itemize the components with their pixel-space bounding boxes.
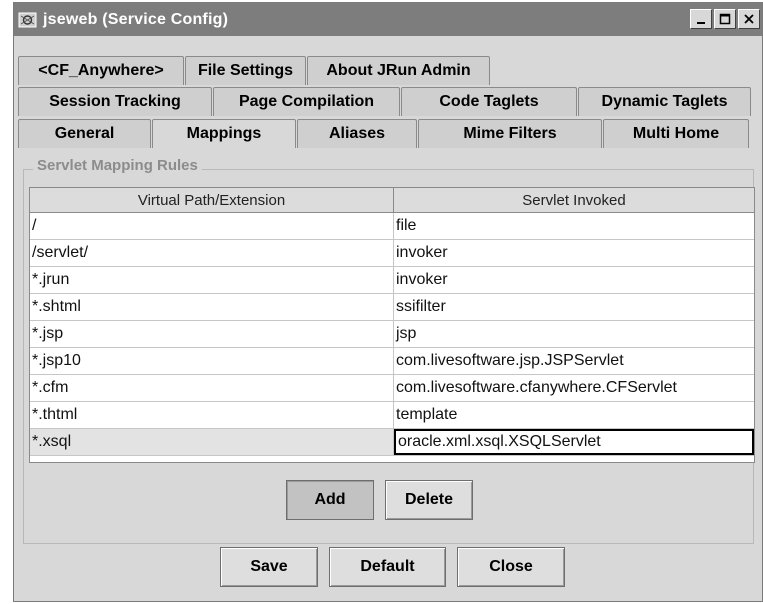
tab-page-compilation[interactable]: Page Compilation — [213, 87, 400, 116]
cell-virtual-path[interactable]: *.cfm — [30, 375, 394, 401]
tab-general[interactable]: General — [18, 119, 151, 148]
cell-servlet-invoked[interactable]: jsp — [394, 321, 754, 347]
column-header-virtual-path[interactable]: Virtual Path/Extension — [30, 188, 394, 212]
maximize-icon[interactable] — [714, 9, 736, 29]
table-row[interactable]: /servlet/ invoker — [30, 240, 754, 267]
delete-button[interactable]: Delete — [385, 480, 473, 520]
cell-virtual-path[interactable]: *.jrun — [30, 267, 394, 293]
tab-about-jrun-admin[interactable]: About JRun Admin — [307, 56, 490, 85]
tab-row-2: Session Tracking Page Compilation Code T… — [18, 87, 752, 116]
cell-servlet-invoked[interactable]: ssifilter — [394, 294, 754, 320]
close-button[interactable]: Close — [457, 547, 565, 587]
service-config-window: jseweb (Service Config) <CF_Anywhere> Fi… — [13, 2, 763, 602]
cell-virtual-path[interactable]: *.thtml — [30, 402, 394, 428]
table-row[interactable]: *.thtml template — [30, 402, 754, 429]
tab-multi-home[interactable]: Multi Home — [603, 119, 749, 148]
tab-row-3: General Mappings Aliases Mime Filters Mu… — [18, 119, 750, 148]
cell-virtual-path[interactable]: *.jsp10 — [30, 348, 394, 374]
cell-servlet-invoked[interactable]: template — [394, 402, 754, 428]
add-button[interactable]: Add — [286, 480, 374, 520]
tab-code-taglets[interactable]: Code Taglets — [401, 87, 577, 116]
cell-virtual-path[interactable]: / — [30, 213, 394, 239]
cell-servlet-invoked[interactable]: com.livesoftware.cfanywhere.CFServlet — [394, 375, 754, 401]
cell-servlet-invoked[interactable]: com.livesoftware.jsp.JSPServlet — [394, 348, 754, 374]
minimize-icon[interactable] — [690, 9, 712, 29]
tab-row-1: <CF_Anywhere> File Settings About JRun A… — [18, 56, 491, 85]
tab-dynamic-taglets[interactable]: Dynamic Taglets — [578, 87, 751, 116]
tab-cf-anywhere[interactable]: <CF_Anywhere> — [18, 56, 184, 85]
cell-virtual-path[interactable]: *.xsql — [30, 429, 394, 455]
cell-servlet-invoked[interactable]: invoker — [394, 240, 754, 266]
default-button[interactable]: Default — [329, 547, 446, 587]
window-title: jseweb (Service Config) — [43, 10, 229, 28]
cell-servlet-invoked[interactable]: invoker — [394, 267, 754, 293]
table-header: Virtual Path/Extension Servlet Invoked — [30, 188, 754, 213]
table-row[interactable]: *.jrun invoker — [30, 267, 754, 294]
tab-session-tracking[interactable]: Session Tracking — [18, 87, 212, 116]
cell-virtual-path[interactable]: /servlet/ — [30, 240, 394, 266]
table-row[interactable]: *.jsp10 com.livesoftware.jsp.JSPServlet — [30, 348, 754, 375]
cell-servlet-invoked-editing[interactable]: oracle.xml.xsql.XSQLServlet — [394, 429, 754, 455]
title-bar[interactable]: jseweb (Service Config) — [14, 3, 762, 36]
tab-mime-filters[interactable]: Mime Filters — [418, 119, 602, 148]
table-row-selected[interactable]: *.xsql oracle.xml.xsql.XSQLServlet — [30, 429, 754, 456]
save-button[interactable]: Save — [220, 547, 318, 587]
app-icon — [18, 11, 38, 29]
table-row[interactable]: / file — [30, 213, 754, 240]
cell-virtual-path[interactable]: *.jsp — [30, 321, 394, 347]
close-icon[interactable] — [738, 9, 760, 29]
cell-servlet-invoked[interactable]: file — [394, 213, 754, 239]
table-row[interactable]: *.cfm com.livesoftware.cfanywhere.CFServ… — [30, 375, 754, 402]
tab-aliases[interactable]: Aliases — [297, 119, 417, 148]
tab-file-settings[interactable]: File Settings — [185, 56, 306, 85]
tab-mappings[interactable]: Mappings — [152, 119, 296, 148]
column-header-servlet-invoked[interactable]: Servlet Invoked — [394, 188, 754, 212]
table-row[interactable]: *.shtml ssifilter — [30, 294, 754, 321]
table-row[interactable]: *.jsp jsp — [30, 321, 754, 348]
cell-virtual-path[interactable]: *.shtml — [30, 294, 394, 320]
window-controls — [690, 9, 760, 29]
group-title: Servlet Mapping Rules — [33, 157, 202, 174]
mapping-table: Virtual Path/Extension Servlet Invoked /… — [29, 187, 755, 463]
